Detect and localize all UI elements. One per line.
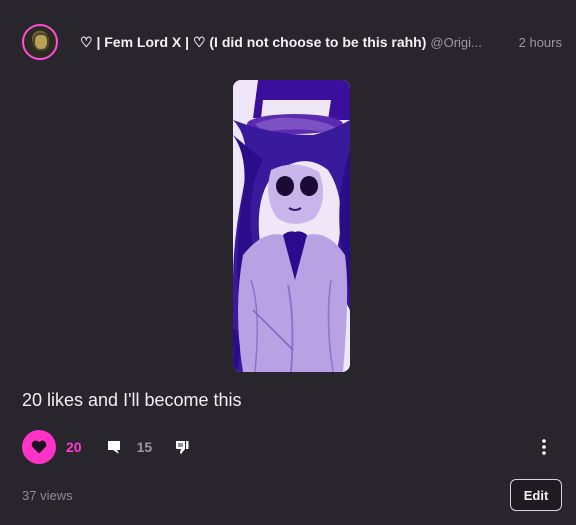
author-avatar[interactable] [22,24,58,60]
like-count: 20 [66,439,82,455]
comment-count: 15 [136,439,153,455]
post-timestamp: 2 hours [518,34,562,50]
author-handle[interactable]: @Origi... [430,35,482,50]
post-card: ♡ | Fem Lord X | ♡ (I did not choose to … [0,0,576,525]
post-actions: 20 15 [22,430,554,464]
edit-button[interactable]: Edit [510,479,562,511]
heart-icon [31,440,47,454]
like-button[interactable] [22,430,56,464]
post-header: ♡ | Fem Lord X | ♡ (I did not choose to … [22,22,562,62]
post-text: 20 likes and I'll become this [22,390,242,410]
thumbs-down-icon [176,441,189,454]
comment-button[interactable] [104,437,124,457]
author-name[interactable]: ♡ | Fem Lord X | ♡ (I did not choose to … [80,34,426,51]
more-vertical-icon [542,439,546,455]
dislike-button[interactable] [172,437,192,457]
more-options-button[interactable] [534,437,554,457]
comment-bubble-icon [107,441,120,454]
post-footer: 37 views Edit [22,478,562,512]
post-image-artwork [233,80,350,372]
post-image[interactable] [233,80,350,372]
view-count: 37 views [22,487,73,503]
